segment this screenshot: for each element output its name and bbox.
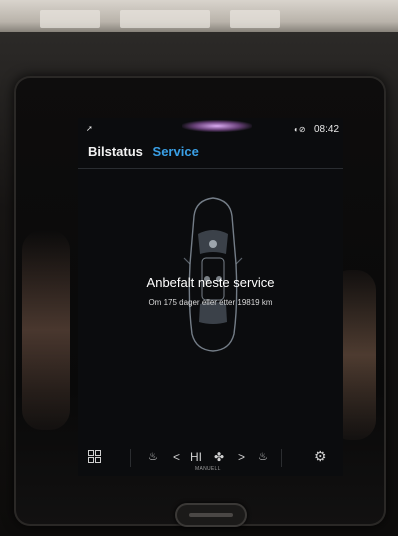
car-topview-icon bbox=[183, 197, 243, 352]
tab-bar: Bilstatus Service bbox=[88, 144, 205, 162]
home-button[interactable] bbox=[175, 503, 247, 527]
fan-mode-label: MANUELL bbox=[195, 466, 221, 472]
light-glare bbox=[182, 120, 252, 132]
background-object bbox=[120, 10, 210, 28]
background-object bbox=[230, 10, 280, 28]
reflection-left bbox=[22, 230, 70, 430]
heated-seat-right-icon[interactable]: ♨ bbox=[258, 450, 268, 463]
fan-icon[interactable]: ✤ bbox=[214, 450, 224, 464]
background-object bbox=[40, 10, 100, 28]
status-time: 08:42 bbox=[314, 124, 340, 135]
settings-gear-icon[interactable]: ⚙ bbox=[314, 448, 327, 465]
chevron-right-icon[interactable]: > bbox=[238, 450, 245, 464]
status-bar: ➚ ◐⊘ 08:42 bbox=[78, 118, 343, 140]
fan-level[interactable]: HI bbox=[190, 450, 202, 464]
heated-seat-left-icon[interactable]: ♨ bbox=[148, 450, 158, 463]
bar-separator bbox=[130, 449, 131, 467]
tab-divider bbox=[78, 168, 343, 169]
service-title: Anbefalt neste service bbox=[146, 275, 275, 290]
chevron-left-icon[interactable]: < bbox=[173, 450, 180, 464]
app-grid-icon[interactable] bbox=[88, 450, 101, 466]
infotainment-screen: ➚ ◐⊘ 08:42 Bilstatus Service Anbefalt ne… bbox=[78, 118, 343, 476]
bar-separator bbox=[281, 449, 282, 467]
tab-bilstatus[interactable]: Bilstatus bbox=[88, 144, 143, 159]
service-detail: Om 175 dager eller etter 19819 km bbox=[148, 298, 273, 307]
status-icons: ◐⊘ bbox=[294, 125, 306, 134]
climate-bar: ♨ < HI ✤ > ♨ ⚙ MANUELL bbox=[78, 442, 343, 476]
tab-service[interactable]: Service bbox=[153, 144, 199, 159]
location-arrow-icon: ➚ bbox=[86, 124, 93, 133]
